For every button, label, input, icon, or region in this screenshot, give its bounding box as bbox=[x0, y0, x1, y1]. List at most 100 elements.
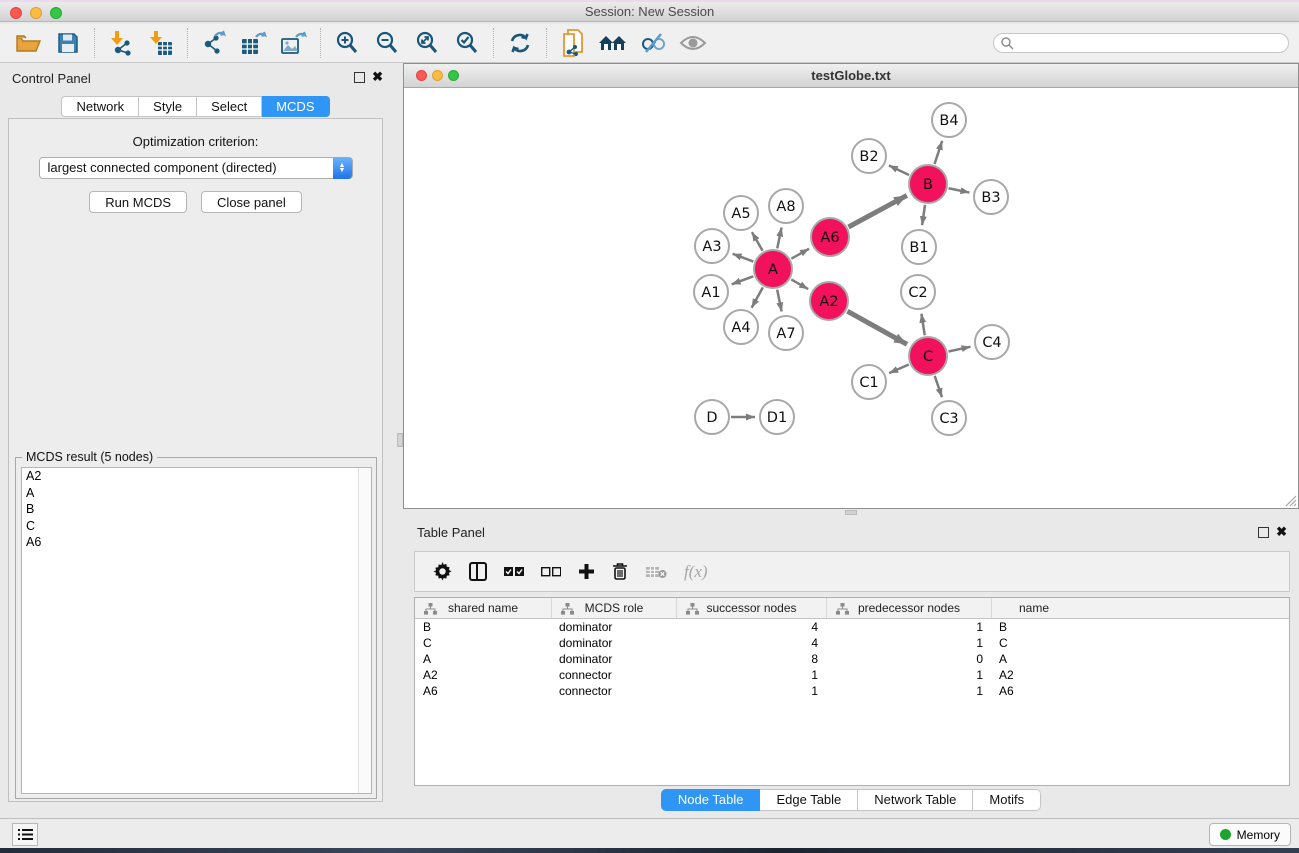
column-header[interactable]: shared name bbox=[415, 598, 551, 618]
graph-edge[interactable] bbox=[949, 188, 970, 192]
save-session-button[interactable] bbox=[48, 27, 88, 59]
graph-node-label: C bbox=[923, 349, 933, 365]
graph-edge[interactable] bbox=[922, 205, 925, 225]
zoom-selected-button[interactable] bbox=[447, 27, 487, 59]
table-cell: C bbox=[415, 635, 551, 651]
net-zoom-button[interactable] bbox=[448, 70, 459, 81]
delete-column-button[interactable] bbox=[612, 562, 628, 581]
criterion-dropdown[interactable]: largest connected component (directed) ▲… bbox=[39, 157, 353, 179]
graph-edge[interactable] bbox=[949, 347, 971, 352]
tab-mcds[interactable]: MCDS bbox=[262, 96, 329, 117]
list-scrollbar[interactable] bbox=[358, 468, 371, 793]
table-row[interactable]: Bdominator41B bbox=[415, 619, 1289, 635]
control-panel-title: Control Panel bbox=[12, 71, 91, 86]
tab-select[interactable]: Select bbox=[197, 96, 262, 117]
graph-edge[interactable] bbox=[889, 364, 909, 373]
desktop-horizontal-scroll-thumb[interactable] bbox=[845, 510, 857, 515]
import-network-button[interactable] bbox=[101, 27, 141, 59]
column-header[interactable]: MCDS role bbox=[551, 598, 676, 618]
export-image-button[interactable] bbox=[274, 27, 314, 59]
export-network-button[interactable] bbox=[194, 27, 234, 59]
column-header[interactable]: successor nodes bbox=[676, 598, 826, 618]
zoom-in-button[interactable] bbox=[327, 27, 367, 59]
graph-edge[interactable] bbox=[791, 249, 809, 259]
column-header[interactable]: name bbox=[991, 598, 1076, 618]
mcds-tab-content: Optimization criterion: largest connecte… bbox=[8, 118, 383, 802]
graph-node-label: A8 bbox=[776, 199, 795, 215]
graph-edge[interactable] bbox=[935, 376, 942, 397]
export-image-icon bbox=[280, 30, 308, 56]
column-header[interactable]: predecessor nodes bbox=[826, 598, 991, 618]
show-graphics-button[interactable] bbox=[673, 27, 713, 59]
graph-node-label: B bbox=[923, 177, 933, 193]
mcds-result-item[interactable]: C bbox=[22, 518, 371, 535]
import-table-button[interactable] bbox=[141, 27, 181, 59]
graph-edge[interactable] bbox=[733, 254, 754, 262]
mcds-result-item[interactable]: A bbox=[22, 485, 371, 502]
unchecked-boxes-icon bbox=[541, 567, 561, 577]
zoom-fit-button[interactable] bbox=[407, 27, 447, 59]
zoom-out-button[interactable] bbox=[367, 27, 407, 59]
graph-edge[interactable] bbox=[921, 314, 924, 336]
cybrowser-button[interactable] bbox=[593, 27, 633, 59]
mcds-result-item[interactable]: A2 bbox=[22, 468, 371, 485]
apply-layout-button[interactable] bbox=[500, 27, 540, 59]
float-panel-icon[interactable] bbox=[1258, 527, 1269, 538]
hide-graphics-button[interactable] bbox=[633, 27, 673, 59]
graph-edge[interactable] bbox=[777, 290, 781, 312]
graph-edge[interactable] bbox=[777, 228, 781, 249]
float-panel-icon[interactable] bbox=[354, 72, 365, 83]
tab-network[interactable]: Network bbox=[61, 96, 139, 117]
net-minimize-button[interactable] bbox=[432, 70, 443, 81]
tab-network-table[interactable]: Network Table bbox=[858, 789, 973, 811]
table-row[interactable]: A2connector11A2 bbox=[415, 667, 1289, 683]
graph-edge[interactable] bbox=[732, 276, 754, 284]
close-panel-icon[interactable]: ✖ bbox=[1276, 524, 1287, 540]
table-row[interactable]: Adominator80A bbox=[415, 651, 1289, 667]
minimize-window-button[interactable] bbox=[30, 7, 42, 19]
create-column-button[interactable] bbox=[578, 563, 595, 580]
close-window-button[interactable] bbox=[10, 7, 22, 19]
select-all-columns-button[interactable] bbox=[504, 567, 524, 577]
column-browser-button[interactable] bbox=[469, 562, 487, 581]
resize-grip-icon[interactable] bbox=[1282, 492, 1297, 507]
graph-node-label: A1 bbox=[701, 285, 720, 301]
graph-node-label: A7 bbox=[776, 326, 795, 342]
graph-edge[interactable] bbox=[848, 195, 906, 227]
desktop-vertical-scroll-thumb[interactable] bbox=[397, 433, 403, 447]
mcds-result-list[interactable]: A2ABCA6 bbox=[21, 467, 372, 794]
tab-node-table[interactable]: Node Table bbox=[661, 789, 761, 811]
tab-style[interactable]: Style bbox=[139, 96, 197, 117]
graph-edge[interactable] bbox=[889, 165, 909, 175]
mcds-result-item[interactable]: A6 bbox=[22, 534, 371, 551]
task-history-button[interactable] bbox=[12, 823, 38, 846]
graph-edge[interactable] bbox=[847, 311, 907, 344]
network-graph[interactable]: AA1A3A5A8A4A7A6A2BB2B4B3B1CC2C4C1C3DD1 bbox=[404, 88, 1298, 508]
network-canvas[interactable]: AA1A3A5A8A4A7A6A2BB2B4B3B1CC2C4C1C3DD1 bbox=[404, 88, 1298, 508]
mcds-result-item[interactable]: B bbox=[22, 501, 371, 518]
table-settings-button[interactable] bbox=[433, 562, 452, 581]
zoom-window-button[interactable] bbox=[50, 7, 62, 19]
graph-edge[interactable] bbox=[752, 287, 763, 307]
search-input[interactable] bbox=[1014, 35, 1288, 51]
table-row[interactable]: Cdominator41C bbox=[415, 635, 1289, 651]
close-panel-button[interactable]: Close panel bbox=[201, 191, 302, 213]
delete-table-button[interactable] bbox=[645, 565, 667, 579]
graph-edge[interactable] bbox=[752, 232, 763, 251]
graph-edge[interactable] bbox=[935, 141, 943, 164]
memory-button[interactable]: Memory bbox=[1209, 823, 1291, 846]
graph-edge[interactable] bbox=[791, 279, 808, 289]
net-close-button[interactable] bbox=[416, 70, 427, 81]
close-panel-icon[interactable]: ✖ bbox=[372, 69, 383, 85]
export-table-button[interactable] bbox=[234, 27, 274, 59]
function-builder-button[interactable]: f(x) bbox=[684, 562, 708, 582]
tab-motifs[interactable]: Motifs bbox=[973, 789, 1041, 811]
network-window-titlebar[interactable]: testGlobe.txt bbox=[404, 64, 1298, 88]
open-session-button[interactable] bbox=[8, 27, 48, 59]
unselect-all-columns-button[interactable] bbox=[541, 567, 561, 577]
search-box[interactable] bbox=[993, 33, 1289, 53]
table-row[interactable]: A6connector11A6 bbox=[415, 683, 1289, 699]
tab-edge-table[interactable]: Edge Table bbox=[760, 789, 858, 811]
network-from-file-button[interactable] bbox=[553, 27, 593, 59]
run-mcds-button[interactable]: Run MCDS bbox=[89, 191, 187, 213]
